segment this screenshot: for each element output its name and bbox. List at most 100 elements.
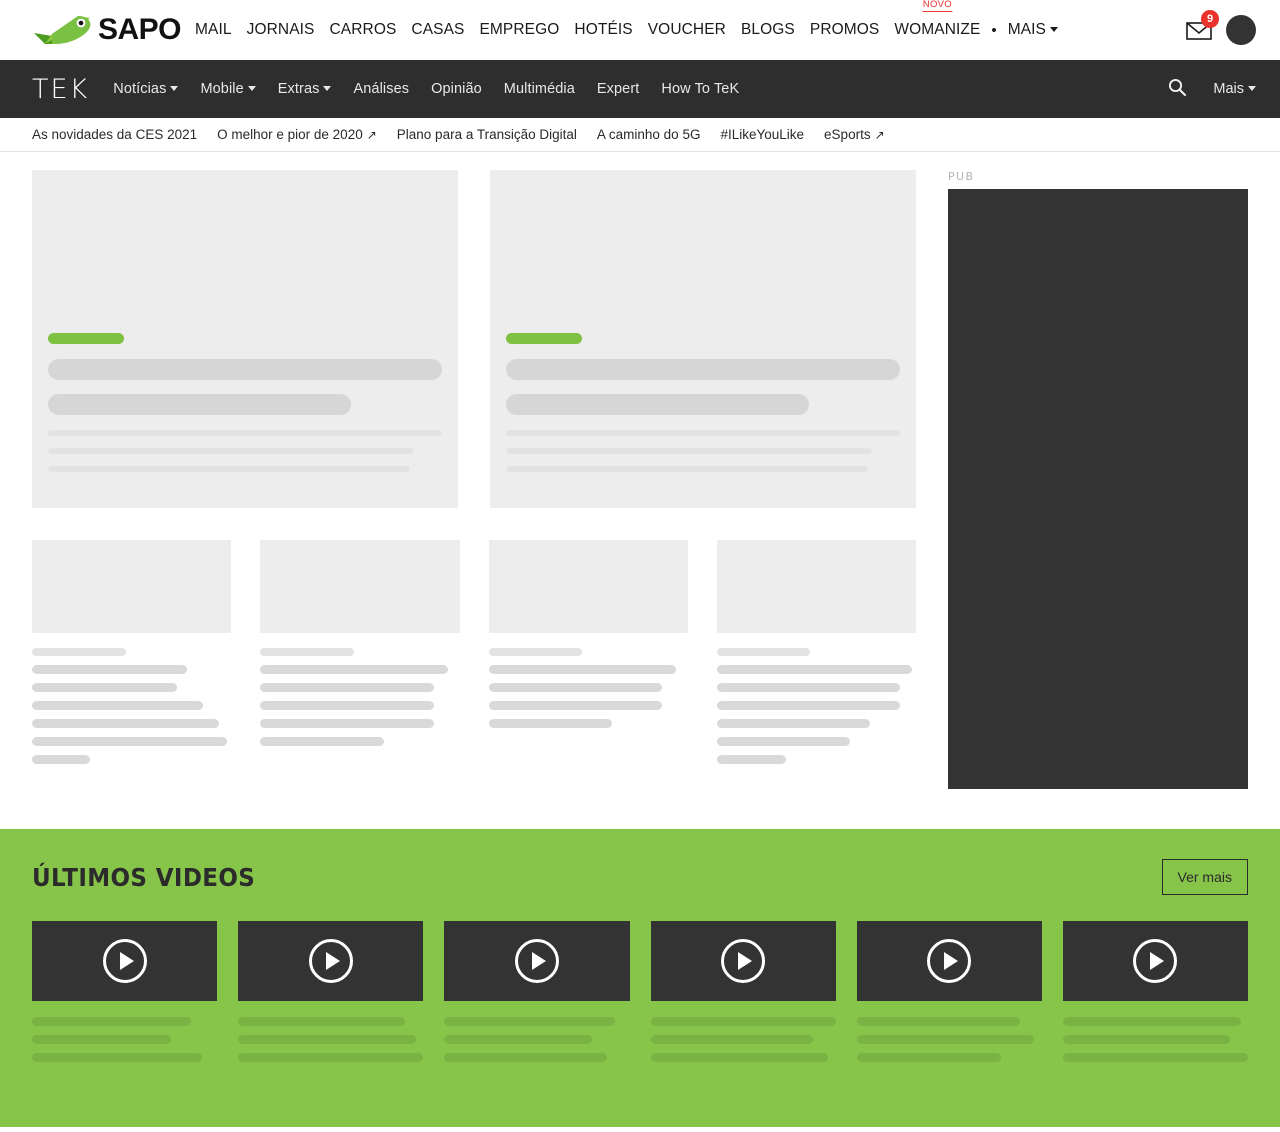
- skeleton-line: [260, 719, 433, 728]
- kicker-skeleton: [260, 648, 354, 656]
- novo-badge: NOVO: [923, 0, 952, 12]
- search-button[interactable]: [1167, 77, 1187, 102]
- tek-nav-extras[interactable]: Extras: [278, 81, 332, 97]
- title-skeleton-line: [48, 359, 442, 380]
- external-link-icon: ↗: [367, 129, 377, 141]
- videos-row: [32, 921, 1248, 1071]
- video-card[interactable]: [1063, 921, 1248, 1071]
- card-lines-skeleton: [32, 648, 231, 764]
- play-triangle: [1150, 952, 1164, 970]
- main-content: PUB: [0, 152, 1280, 797]
- video-card[interactable]: [238, 921, 423, 1071]
- sapo-nav-womanize[interactable]: NOVO WOMANIZE: [894, 17, 980, 43]
- thumbnail-skeleton: [489, 540, 688, 633]
- topic-ces-2021[interactable]: As novidades da CES 2021: [32, 127, 197, 142]
- article-card-skeleton[interactable]: [489, 540, 688, 773]
- view-more-videos-button[interactable]: Ver mais: [1162, 859, 1248, 895]
- video-card[interactable]: [651, 921, 836, 1071]
- skeleton-line: [260, 665, 447, 674]
- skeleton-line: [260, 683, 433, 692]
- skeleton-line: [857, 1035, 1035, 1044]
- tek-nav-analises[interactable]: Análises: [353, 81, 409, 97]
- sapo-nav-casas[interactable]: CASAS: [411, 17, 464, 43]
- tek-nav: Notícias Mobile Extras Análises Opinião …: [113, 81, 1167, 97]
- video-card[interactable]: [32, 921, 217, 1071]
- skeleton-line: [717, 737, 850, 746]
- sapo-nav-carros[interactable]: CARROS: [330, 17, 397, 43]
- sapo-nav-voucher[interactable]: VOUCHER: [648, 17, 726, 43]
- video-card[interactable]: [857, 921, 1042, 1071]
- tek-nav-actions: Mais: [1167, 77, 1256, 102]
- thumbnail-skeleton: [717, 540, 916, 633]
- tek-nav-howtotek[interactable]: How To TeK: [661, 81, 739, 97]
- hero-card-skeleton[interactable]: [490, 170, 916, 508]
- body-skeleton-line: [48, 466, 410, 472]
- sapo-logo[interactable]: SAPO: [32, 14, 181, 46]
- video-thumbnail[interactable]: [238, 921, 423, 1001]
- play-triangle: [532, 952, 546, 970]
- sapo-nav-blogs[interactable]: BLOGS: [741, 17, 795, 43]
- topic-label: O melhor e pior de 2020: [217, 127, 363, 142]
- topic-label: As novidades da CES 2021: [32, 127, 197, 142]
- skeleton-line: [651, 1017, 836, 1026]
- tek-nav-multimedia[interactable]: Multimédia: [504, 81, 575, 97]
- topic-label: Plano para a Transição Digital: [397, 127, 577, 142]
- topic-label: #ILikeYouLike: [720, 127, 804, 142]
- sapo-nav-emprego[interactable]: EMPREGO: [479, 17, 559, 43]
- hero-card-skeleton[interactable]: [32, 170, 458, 508]
- topic-caminho-5g[interactable]: A caminho do 5G: [597, 127, 701, 142]
- hero-card-text-skeleton: [506, 333, 900, 484]
- chevron-down-icon: [170, 86, 178, 91]
- skeleton-line: [32, 1017, 191, 1026]
- sapo-nav-mail[interactable]: MAIL: [195, 17, 232, 43]
- video-thumbnail[interactable]: [444, 921, 629, 1001]
- tek-more-button[interactable]: Mais: [1213, 81, 1256, 97]
- video-title-skeleton: [1063, 1017, 1248, 1062]
- mail-count-badge: 9: [1201, 10, 1219, 28]
- topic-transicao-digital[interactable]: Plano para a Transição Digital: [397, 127, 577, 142]
- video-thumbnail[interactable]: [651, 921, 836, 1001]
- video-title-skeleton: [238, 1017, 423, 1062]
- tek-nav-expert[interactable]: Expert: [597, 81, 640, 97]
- video-thumbnail[interactable]: [1063, 921, 1248, 1001]
- skeleton-line: [717, 701, 900, 710]
- sapo-nav-hoteis[interactable]: HOTÉIS: [574, 17, 632, 43]
- sapo-nav-promos[interactable]: PROMOS: [810, 17, 880, 43]
- topic-label: eSports: [824, 127, 871, 142]
- body-skeleton-line: [48, 430, 442, 436]
- skeleton-line: [1063, 1017, 1241, 1026]
- video-card[interactable]: [444, 921, 629, 1071]
- skeleton-line: [489, 719, 613, 728]
- video-thumbnail[interactable]: [32, 921, 217, 1001]
- mail-button[interactable]: 9: [1184, 15, 1214, 45]
- tek-more-label: Mais: [1213, 81, 1244, 97]
- skeleton-line: [260, 701, 433, 710]
- tek-nav-opiniao[interactable]: Opinião: [431, 81, 482, 97]
- tek-nav-noticias[interactable]: Notícias: [113, 81, 178, 97]
- skeleton-line: [444, 1035, 592, 1044]
- articles-column: [32, 170, 916, 797]
- sapo-nav: MAIL JORNAIS CARROS CASAS EMPREGO HOTÉIS…: [195, 17, 1172, 43]
- body-skeleton-line: [506, 430, 900, 436]
- chevron-down-icon: [1050, 27, 1058, 32]
- tek-nav-mobile[interactable]: Mobile: [200, 81, 255, 97]
- tek-logo[interactable]: TEK: [32, 76, 89, 103]
- sapo-nav-jornais[interactable]: JORNAIS: [247, 17, 315, 43]
- topic-label: A caminho do 5G: [597, 127, 701, 142]
- user-avatar[interactable]: [1226, 15, 1256, 45]
- topic-melhor-pior-2020[interactable]: O melhor e pior de 2020 ↗: [217, 127, 377, 142]
- article-card-skeleton[interactable]: [260, 540, 459, 773]
- video-title-skeleton: [444, 1017, 629, 1062]
- chevron-down-icon: [323, 86, 331, 91]
- play-icon: [1133, 939, 1177, 983]
- article-card-skeleton[interactable]: [32, 540, 231, 773]
- topic-esports[interactable]: eSports↗: [824, 127, 885, 142]
- play-triangle: [120, 952, 134, 970]
- article-card-skeleton[interactable]: [717, 540, 916, 773]
- advertisement-banner[interactable]: [948, 189, 1248, 789]
- sapo-top-bar: SAPO MAIL JORNAIS CARROS CASAS EMPREGO H…: [0, 0, 1280, 60]
- sapo-nav-mais[interactable]: MAIS: [1008, 17, 1058, 43]
- tek-nav-bar: TEK Notícias Mobile Extras Análises Opin…: [0, 60, 1280, 118]
- video-thumbnail[interactable]: [857, 921, 1042, 1001]
- topic-ilikeyoulike[interactable]: #ILikeYouLike: [720, 127, 804, 142]
